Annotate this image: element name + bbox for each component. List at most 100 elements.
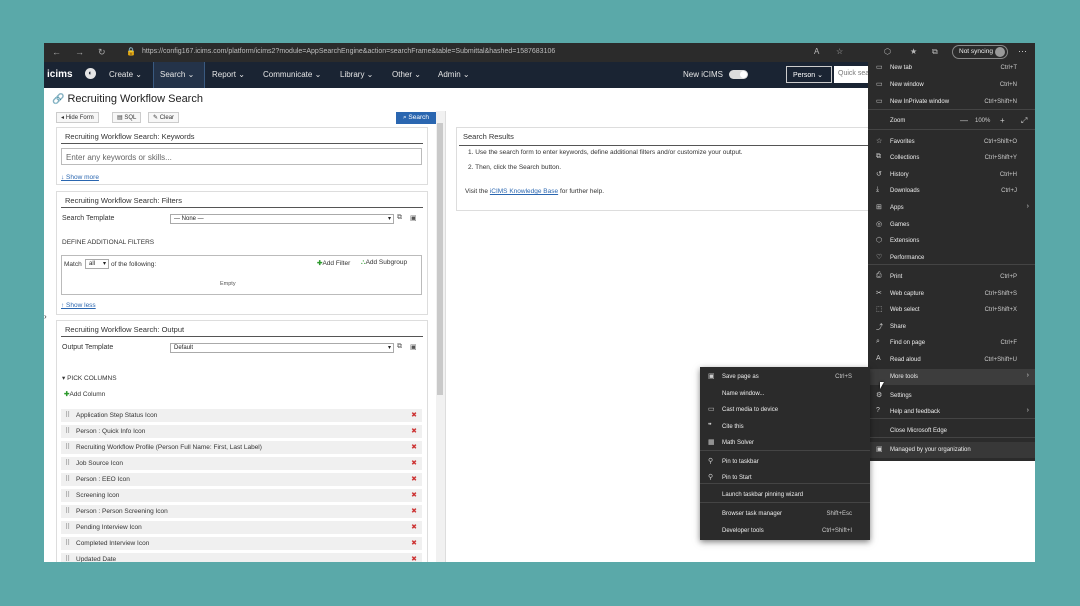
menu-item-downloads[interactable]: ⤓ Downloads Ctrl+J bbox=[868, 183, 1035, 199]
menu-item-new-window[interactable]: ▭ New window Ctrl+N bbox=[868, 77, 1035, 93]
match-select[interactable]: all bbox=[85, 259, 109, 269]
back-icon[interactable]: ← bbox=[52, 47, 61, 57]
nav-search[interactable]: Search ⌄ bbox=[160, 70, 194, 79]
drag-handle-icon[interactable]: ⠿ bbox=[65, 427, 70, 435]
read-aloud-icon[interactable]: A bbox=[814, 47, 819, 56]
menu-item-performance[interactable]: ♡ Performance bbox=[868, 250, 1035, 266]
drag-handle-icon[interactable]: ⠿ bbox=[65, 555, 70, 562]
submenu-item-save-page-as[interactable]: ▣ Save page as Ctrl+S bbox=[700, 369, 870, 385]
settings-more-icon[interactable]: ··· bbox=[1018, 46, 1027, 56]
show-less-link[interactable]: ↑ Show less bbox=[61, 302, 96, 309]
menu-item-read-aloud[interactable]: A Read aloud Ctrl+Shift+U bbox=[868, 352, 1035, 368]
menu-item-favorites[interactable]: ☆ Favorites Ctrl+Shift+O bbox=[868, 134, 1035, 150]
profile-sync-button[interactable]: Not syncing bbox=[952, 45, 1008, 59]
submenu-item-cast-media-to-device[interactable]: ▭ Cast media to device bbox=[700, 402, 870, 418]
sql-button[interactable]: ▤ SQL bbox=[112, 112, 142, 123]
nav-library[interactable]: Library ⌄ bbox=[340, 70, 373, 79]
drag-handle-icon[interactable]: ⠿ bbox=[65, 539, 70, 547]
menu-item-apps[interactable]: ⊞ Apps › bbox=[868, 200, 1035, 216]
menu-item-new-inprivate-window[interactable]: ▭ New InPrivate window Ctrl+Shift+N bbox=[868, 94, 1035, 110]
column-row[interactable]: ⠿ Person : Person Screening Icon ✖ bbox=[61, 505, 422, 518]
drag-handle-icon[interactable]: ⠿ bbox=[65, 491, 70, 499]
remove-column-icon[interactable]: ✖ bbox=[411, 539, 417, 547]
column-row[interactable]: ⠿ Application Step Status Icon ✖ bbox=[61, 409, 422, 422]
menu-item-find-on-page[interactable]: ⌕ Find on page Ctrl+F bbox=[868, 335, 1035, 351]
menu-item-games[interactable]: ◎ Games bbox=[868, 217, 1035, 233]
nav-create[interactable]: Create ⌄ bbox=[109, 70, 142, 79]
submenu-item-launch-taskbar-pinning-wizard[interactable]: Launch taskbar pinning wizard bbox=[700, 487, 870, 503]
icims-logo[interactable]: icims bbox=[47, 69, 73, 80]
menu-item-web-select[interactable]: ⬚ Web select Ctrl+Shift+X bbox=[868, 302, 1035, 318]
menu-item-collections[interactable]: ⧉ Collections Ctrl+Shift+Y bbox=[868, 150, 1035, 166]
clear-button[interactable]: ✎ Clear bbox=[148, 112, 180, 123]
column-row[interactable]: ⠿ Recruiting Workflow Profile (Person Ful… bbox=[61, 441, 422, 454]
help-icon[interactable]: ◐ bbox=[85, 68, 96, 79]
new-icims-toggle[interactable] bbox=[729, 70, 748, 79]
add-column-button[interactable]: ✚Add Column bbox=[64, 390, 105, 398]
pane-divider[interactable] bbox=[445, 111, 446, 562]
submenu-item-math-solver[interactable]: ▦ Math Solver bbox=[700, 435, 870, 451]
menu-item-help-and-feedback[interactable]: ? Help and feedback › bbox=[868, 404, 1035, 420]
nav-report[interactable]: Report ⌄ bbox=[212, 70, 245, 79]
nav-admin[interactable]: Admin ⌄ bbox=[438, 70, 470, 79]
column-row[interactable]: ⠿ Pending Interview Icon ✖ bbox=[61, 521, 422, 534]
remove-column-icon[interactable]: ✖ bbox=[411, 475, 417, 483]
nav-other[interactable]: Other ⌄ bbox=[392, 70, 421, 79]
favorites-icon[interactable]: ★ bbox=[910, 47, 917, 56]
keywords-input[interactable]: Enter any keywords or skills... bbox=[61, 148, 422, 165]
fullscreen-icon[interactable]: ⤢ bbox=[1021, 116, 1027, 126]
show-more-link[interactable]: ↓ Show more bbox=[61, 174, 99, 181]
remove-column-icon[interactable]: ✖ bbox=[411, 507, 417, 515]
menu-item-settings[interactable]: ⚙ Settings bbox=[868, 388, 1035, 404]
expand-arrow-icon[interactable]: › bbox=[44, 312, 47, 321]
search-template-select[interactable]: — None — bbox=[170, 214, 394, 224]
copy-icon[interactable]: ⧉ bbox=[397, 214, 402, 222]
menu-item-zoom[interactable]: Zoom — 100% + ⤢ bbox=[868, 113, 1035, 129]
drag-handle-icon[interactable]: ⠿ bbox=[65, 475, 70, 483]
extension-icon[interactable]: ⬡ bbox=[884, 47, 891, 56]
knowledge-base-link[interactable]: iCIMS Knowledge Base bbox=[490, 188, 558, 195]
drag-handle-icon[interactable]: ⠿ bbox=[65, 411, 70, 419]
collections-icon[interactable]: ⧉ bbox=[932, 47, 938, 57]
column-row[interactable]: ⠿ Updated Date ✖ bbox=[61, 553, 422, 562]
menu-item-print[interactable]: ⎙ Print Ctrl+P bbox=[868, 269, 1035, 285]
menu-item-more-tools[interactable]: More tools › bbox=[868, 369, 1035, 385]
add-subgroup-button[interactable]: ⛬Add Subgroup bbox=[361, 259, 407, 267]
drag-handle-icon[interactable]: ⠿ bbox=[65, 459, 70, 467]
remove-column-icon[interactable]: ✖ bbox=[411, 427, 417, 435]
column-row[interactable]: ⠿ Screening Icon ✖ bbox=[61, 489, 422, 502]
column-row[interactable]: ⠿ Person : EEO Icon ✖ bbox=[61, 473, 422, 486]
submenu-item-browser-task-manager[interactable]: Browser task manager Shift+Esc bbox=[700, 506, 870, 522]
menu-item-history[interactable]: ↺ History Ctrl+H bbox=[868, 167, 1035, 183]
output-template-select[interactable]: Default bbox=[170, 343, 394, 353]
refresh-icon[interactable]: ↻ bbox=[98, 47, 106, 58]
drag-handle-icon[interactable]: ⠿ bbox=[65, 523, 70, 531]
submenu-item-cite-this[interactable]: ❞ Cite this bbox=[700, 419, 870, 435]
menu-item-extensions[interactable]: ⬡ Extensions bbox=[868, 233, 1035, 249]
remove-column-icon[interactable]: ✖ bbox=[411, 459, 417, 467]
zoom-out-icon[interactable]: — bbox=[960, 116, 968, 125]
submenu-item-developer-tools[interactable]: Developer tools Ctrl+Shift+I bbox=[700, 523, 870, 539]
search-button[interactable]: ⌕ Search bbox=[396, 112, 436, 124]
submenu-item-name-window[interactable]: Name window... bbox=[700, 386, 870, 402]
remove-column-icon[interactable]: ✖ bbox=[411, 555, 417, 562]
nav-communicate[interactable]: Communicate ⌄ bbox=[263, 70, 321, 79]
column-row[interactable]: ⠿ Person : Quick Info Icon ✖ bbox=[61, 425, 422, 438]
menu-item-close-microsoft-edge[interactable]: Close Microsoft Edge bbox=[868, 423, 1035, 439]
forward-icon[interactable]: → bbox=[75, 47, 84, 57]
menu-item-web-capture[interactable]: ✂ Web capture Ctrl+Shift+S bbox=[868, 286, 1035, 302]
zoom-in-icon[interactable]: + bbox=[1000, 116, 1005, 125]
person-select[interactable]: Person ⌄ bbox=[786, 66, 832, 83]
add-filter-button[interactable]: ✚Add Filter bbox=[317, 259, 350, 267]
favorite-star-icon[interactable]: ☆ bbox=[836, 47, 843, 56]
submenu-item-pin-to-start[interactable]: ⚲ Pin to Start bbox=[700, 470, 870, 486]
menu-item-share[interactable]: ⤴ Share bbox=[868, 319, 1035, 335]
hide-form-button[interactable]: ◂ Hide Form bbox=[56, 112, 99, 123]
remove-column-icon[interactable]: ✖ bbox=[411, 523, 417, 531]
remove-column-icon[interactable]: ✖ bbox=[411, 491, 417, 499]
scrollbar-thumb[interactable] bbox=[437, 123, 443, 395]
save-icon[interactable]: ▣ bbox=[410, 214, 417, 222]
url-field[interactable]: https://config167.icims.com/platform/ici… bbox=[142, 48, 555, 55]
submenu-item-pin-to-taskbar[interactable]: ⚲ Pin to taskbar bbox=[700, 454, 870, 470]
remove-column-icon[interactable]: ✖ bbox=[411, 411, 417, 419]
